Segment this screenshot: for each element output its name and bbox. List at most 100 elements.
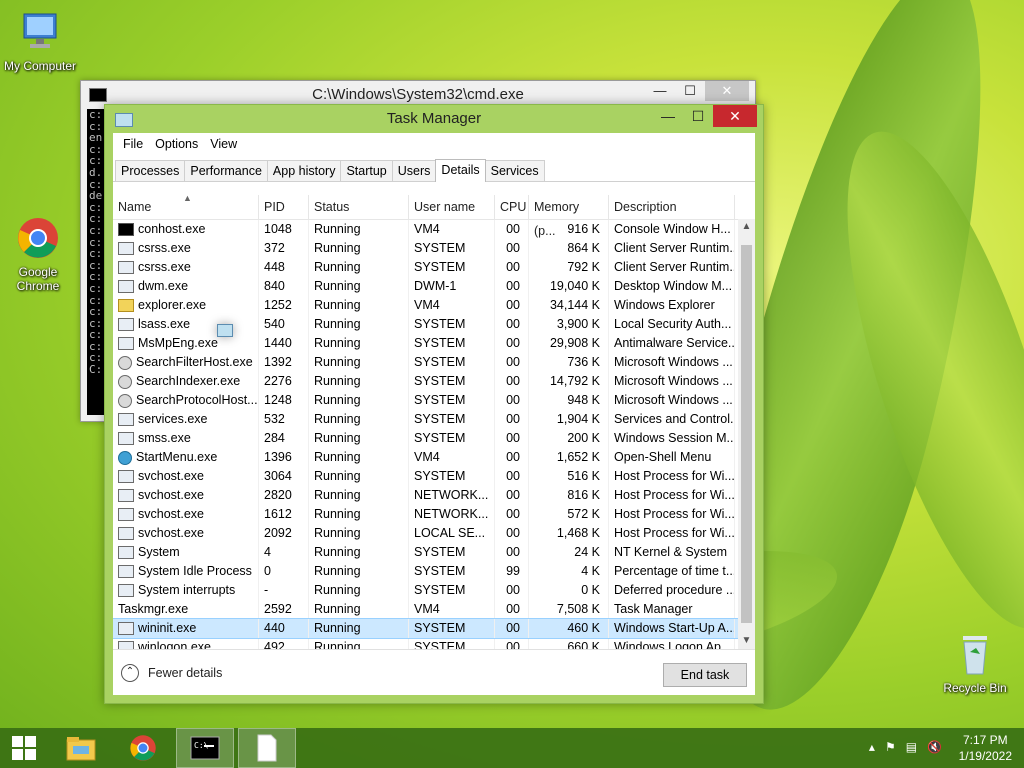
- taskbar-file-explorer[interactable]: [52, 728, 110, 768]
- fewer-details-link[interactable]: ⌃ Fewer details: [121, 664, 222, 682]
- maximize-button[interactable]: ☐: [683, 105, 713, 127]
- process-cpu: 00: [495, 543, 529, 562]
- process-cpu: 00: [495, 448, 529, 467]
- process-cpu: 00: [495, 524, 529, 543]
- table-row[interactable]: StartMenu.exe 1396 Running VM4 00 1,652 K Open…: [113, 448, 755, 467]
- tab-performance[interactable]: Performance: [184, 160, 268, 181]
- scroll-up-icon[interactable]: ▲: [738, 219, 755, 235]
- table-row[interactable]: System 4 Running SYSTEM 00 24 K NT Kernel & Sy…: [113, 543, 755, 562]
- process-memory: 948 K: [529, 391, 609, 410]
- table-row[interactable]: services.exe 532 Running SYSTEM 00 1,904 K Ser…: [113, 410, 755, 429]
- taskbar-cmd[interactable]: C:\: [176, 728, 234, 768]
- desktop-icon-my-computer[interactable]: My Computer: [0, 10, 80, 73]
- start-button[interactable]: [0, 728, 48, 768]
- task-manager-window[interactable]: Task Manager — ☐ ✕ File Options View Pro…: [104, 104, 764, 704]
- process-name: MsMpEng.exe: [138, 336, 218, 350]
- column-header-description[interactable]: Description: [609, 195, 735, 219]
- process-user: SYSTEM: [409, 334, 495, 353]
- minimize-button[interactable]: —: [653, 105, 683, 127]
- desktop-icon-recycle-bin[interactable]: Recycle Bin: [935, 630, 1015, 695]
- tab-details[interactable]: Details: [435, 159, 486, 182]
- process-cpu: 00: [495, 486, 529, 505]
- process-cpu: 00: [495, 258, 529, 277]
- window-icon: [118, 641, 134, 649]
- table-row[interactable]: SearchIndexer.exe 2276 Running SYSTEM 00 14,7…: [113, 372, 755, 391]
- process-name-cell: dwm.exe: [113, 277, 259, 296]
- table-row[interactable]: svchost.exe 1612 Running NETWORK... 00 572 KH…: [113, 505, 755, 524]
- tab-users[interactable]: Users: [391, 160, 437, 181]
- process-memory: 24 K: [529, 543, 609, 562]
- process-memory: 34,144 K: [529, 296, 609, 315]
- table-row[interactable]: MsMpEng.exe 1440 Running SYSTEM 00 29,908 K An…: [113, 334, 755, 353]
- desktop-icon-google-chrome[interactable]: Google Chrome: [0, 216, 78, 293]
- table-row[interactable]: winlogon.exe 492 Running SYSTEM 00 660 K Windo…: [113, 638, 755, 649]
- menu-file[interactable]: File: [117, 137, 149, 151]
- table-row[interactable]: explorer.exe 1252 Running VM4 00 34,144 K Wind…: [113, 296, 755, 315]
- process-status: Running: [309, 391, 409, 410]
- table-row[interactable]: SearchProtocolHost.... 1248 Running SYSTEM 0…: [113, 391, 755, 410]
- show-hidden-icons-icon[interactable]: ▴: [869, 740, 875, 754]
- table-row[interactable]: SearchFilterHost.exe 1392 Running SYSTEM 00 7…: [113, 353, 755, 372]
- taskbar-chrome[interactable]: [114, 728, 172, 768]
- table-row[interactable]: lsass.exe 540 Running SYSTEM 00 3,900 K Local …: [113, 315, 755, 334]
- fewer-details-label: Fewer details: [148, 666, 223, 680]
- table-row[interactable]: svchost.exe 3064 Running SYSTEM 00 516 K Host …: [113, 467, 755, 486]
- details-table: ▲ Name PID Status User name CPU Memory (…: [113, 195, 755, 649]
- column-header-user-name[interactable]: User name: [409, 195, 495, 219]
- action-center-flag-icon[interactable]: ⚑: [885, 740, 896, 754]
- volume-muted-icon[interactable]: 🔇: [927, 740, 942, 754]
- scrollbar-thumb[interactable]: [741, 245, 752, 623]
- process-name-cell: svchost.exe: [113, 524, 259, 543]
- process-description: Local Security Auth...: [609, 315, 735, 334]
- tab-app-history[interactable]: App history: [266, 160, 342, 181]
- table-header: ▲ Name PID Status User name CPU Memory (…: [113, 195, 755, 238]
- process-cpu: 00: [495, 296, 529, 315]
- process-description: NT Kernel & System: [609, 543, 735, 562]
- tab-startup[interactable]: Startup: [340, 160, 393, 181]
- maximize-button[interactable]: ☐: [675, 81, 705, 101]
- table-row[interactable]: csrss.exe 448 Running SYSTEM 00 792 K Client S…: [113, 258, 755, 277]
- taskbar-task-manager[interactable]: [238, 728, 296, 768]
- table-row[interactable]: csrss.exe 372 Running SYSTEM 00 864 K Client S…: [113, 239, 755, 258]
- table-row[interactable]: svchost.exe 2820 Running NETWORK... 00 816 KH…: [113, 486, 755, 505]
- menu-view[interactable]: View: [204, 137, 243, 151]
- table-row[interactable]: smss.exe 284 Running SYSTEM 00 200 K Windows S…: [113, 429, 755, 448]
- desktop-icon-label: Recycle Bin: [943, 681, 1007, 695]
- end-task-button[interactable]: End task: [663, 663, 747, 687]
- close-button[interactable]: ✕: [705, 81, 749, 101]
- taskbar-clock[interactable]: 7:17 PM 1/19/2022: [959, 732, 1012, 764]
- process-description: Microsoft Windows ...: [609, 353, 735, 372]
- vertical-scrollbar[interactable]: ▲ ▼: [738, 219, 755, 649]
- process-description: Client Server Runtim...: [609, 239, 735, 258]
- table-row[interactable]: conhost.exe 1048 Running VM4 00 916 K Console …: [113, 220, 755, 239]
- process-pid: 0: [259, 562, 309, 581]
- table-row[interactable]: svchost.exe 2092 Running LOCAL SE... 00 1,468…: [113, 524, 755, 543]
- tab-processes[interactable]: Processes: [115, 160, 186, 181]
- table-row[interactable]: Taskmgr.exe 2592 Running VM4 00 7,508 K Task M…: [113, 324, 755, 619]
- column-header-status[interactable]: Status: [309, 195, 409, 219]
- table-row[interactable]: System interrupts - Running SYSTEM 00 0 K Defe…: [113, 581, 755, 600]
- network-icon[interactable]: ▤: [906, 740, 917, 754]
- column-header-cpu[interactable]: CPU: [495, 195, 529, 219]
- close-button[interactable]: ✕: [713, 105, 757, 127]
- table-row[interactable]: wininit.exe 440 Running SYSTEM 00 460 K Window…: [113, 618, 755, 639]
- tab-services[interactable]: Services: [484, 160, 545, 181]
- process-name: StartMenu.exe: [136, 450, 218, 464]
- window-icon: [118, 432, 134, 445]
- process-name: winlogon.exe: [138, 640, 211, 649]
- process-memory: 660 K: [529, 638, 609, 649]
- column-header-memory[interactable]: Memory (p...: [529, 195, 609, 238]
- task-manager-titlebar[interactable]: Task Manager — ☐ ✕: [105, 105, 763, 133]
- process-pid: 1612: [259, 505, 309, 524]
- process-user: VM4: [409, 220, 495, 239]
- process-name: SearchFilterHost.exe: [136, 355, 253, 369]
- table-row[interactable]: dwm.exe 840 Running DWM-1 00 19,040 K Desktop …: [113, 277, 755, 296]
- scroll-down-icon[interactable]: ▼: [738, 633, 755, 649]
- table-row[interactable]: System Idle Process 0 Running SYSTEM 99 4 K Pe…: [113, 562, 755, 581]
- menu-options[interactable]: Options: [149, 137, 204, 151]
- process-memory: 0 K: [529, 581, 609, 600]
- minimize-button[interactable]: —: [645, 81, 675, 101]
- process-name: explorer.exe: [138, 298, 207, 312]
- process-user: SYSTEM: [409, 239, 495, 258]
- column-header-pid[interactable]: PID: [259, 195, 309, 219]
